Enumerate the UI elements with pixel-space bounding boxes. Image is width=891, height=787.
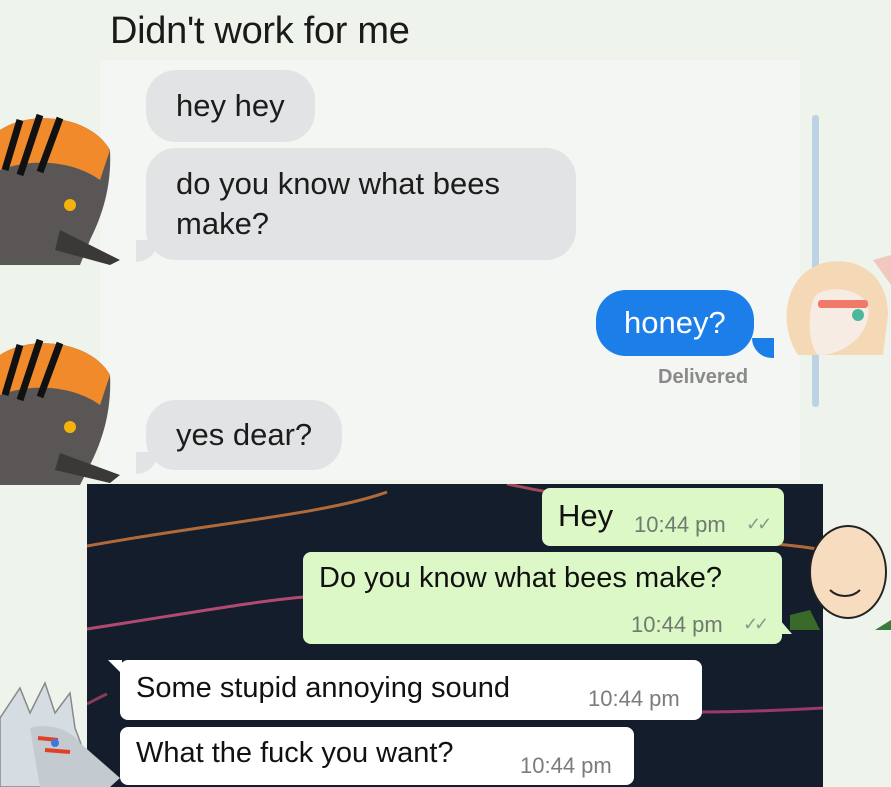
blank-face-character-avatar: [790, 525, 891, 630]
received-message: Some stupid annoying sound 10:44 pm: [120, 660, 702, 720]
wallpaper-line: [87, 490, 388, 548]
message-text: Do you know what bees make?: [319, 562, 722, 594]
wallpaper-line: [701, 706, 823, 714]
meme-caption: Didn't work for me: [110, 10, 410, 52]
message-text: honey?: [624, 305, 726, 340]
avatar-eye: [51, 739, 59, 747]
received-message: What the fuck you want? 10:44 pm: [120, 727, 634, 785]
message-text: hey hey: [176, 88, 285, 124]
received-bubble: yes dear?: [146, 400, 343, 470]
avatar-glasses: [818, 300, 868, 308]
message-text: Hey: [558, 498, 614, 533]
message-text: yes dear?: [176, 417, 313, 453]
delivered-status: Delivered: [658, 366, 749, 388]
avatar-collar: [790, 610, 820, 630]
silver-haired-character-avatar: [0, 681, 120, 787]
received-bubble: hey hey: [146, 70, 315, 142]
lizard-character-avatar: [0, 113, 120, 265]
message-text: Some stupid annoying sound: [136, 672, 511, 704]
avatar-collar: [875, 620, 891, 630]
avatar-eye: [64, 421, 76, 433]
sent-bubble: honey?: [596, 290, 754, 356]
blonde-character-avatar: [786, 255, 891, 355]
message-time: 10:44 pm: [631, 612, 723, 637]
wallpaper-line: [87, 594, 318, 631]
message-time: 10:44 pm: [520, 753, 612, 778]
read-receipt-icon: ✓✓: [746, 514, 772, 534]
received-bubble: do you know what bees make?: [146, 148, 576, 260]
read-receipt-icon: ✓✓: [743, 614, 769, 634]
message-text: do you know what bees make?: [176, 166, 500, 241]
sent-message: Do you know what bees make? 10:44 pm ✓✓: [303, 552, 782, 644]
sent-message: Hey 10:44 pm ✓✓: [542, 488, 784, 546]
message-time: 10:44 pm: [634, 512, 726, 537]
lizard-character-avatar: [0, 338, 120, 485]
avatar-eye: [852, 309, 864, 321]
avatar-face: [809, 525, 887, 619]
avatar-eye: [64, 199, 76, 211]
message-text: What the fuck you want?: [136, 737, 454, 769]
message-time: 10:44 pm: [588, 686, 680, 711]
